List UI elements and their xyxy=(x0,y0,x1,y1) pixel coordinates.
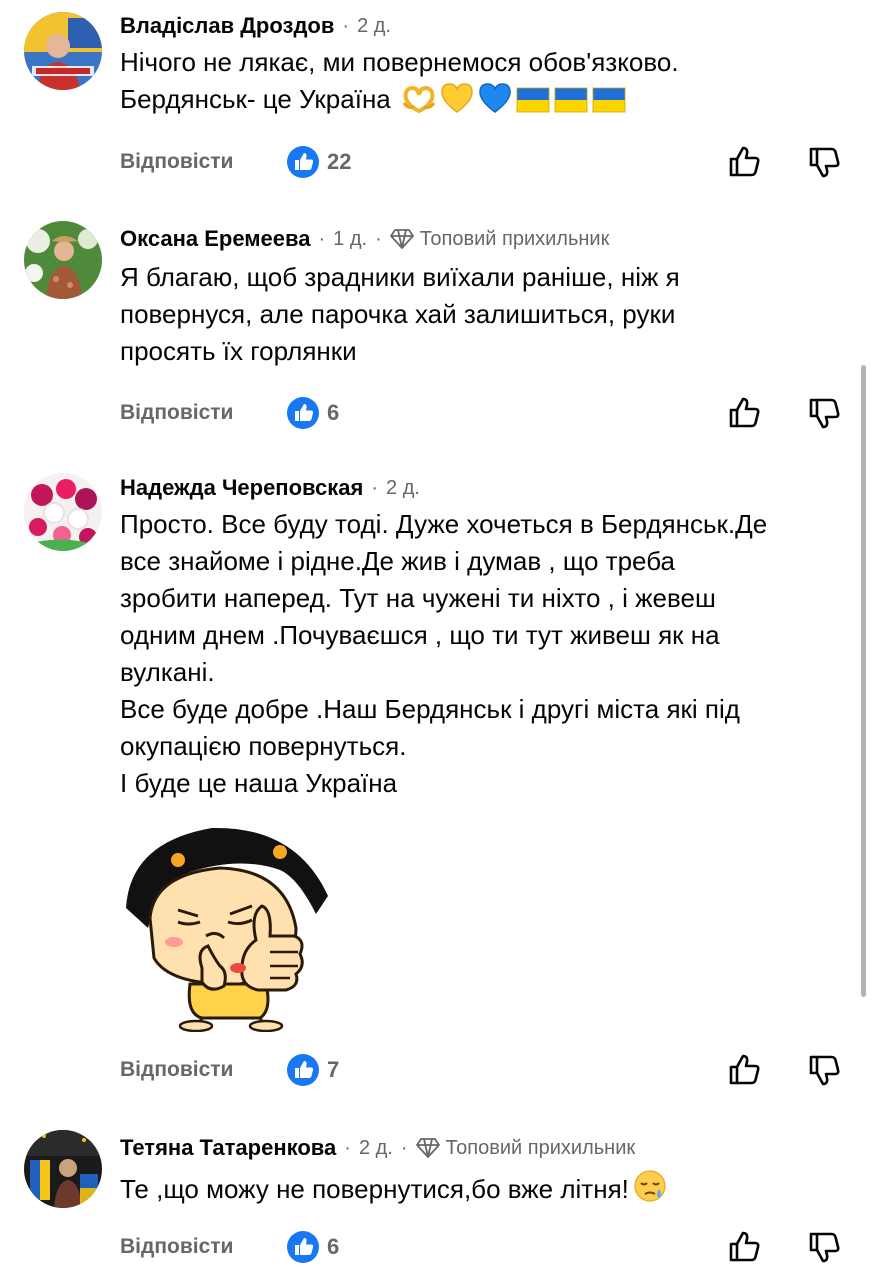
comment-line-with-emoji: Бердянськ- це Україна xyxy=(120,81,855,118)
heart-hands-emoji-icon xyxy=(402,83,436,113)
reply-button[interactable]: Відповісти xyxy=(120,150,233,174)
comment-text: Я благаю, щоб зрадники виїхали раніше, н… xyxy=(120,259,855,370)
comment-line: одним днем .Почуваєшся , що ти тут живеш… xyxy=(120,620,720,650)
like-count[interactable]: 7 xyxy=(287,1050,339,1090)
comment-header: Оксана Еремеева · 1 д. · Топовий прихиль… xyxy=(120,224,609,254)
like-badge-icon xyxy=(287,146,319,178)
thumbs-down-icon[interactable] xyxy=(808,1231,842,1265)
comment-text: Нічого не лякає, ми повернемося обов'язк… xyxy=(120,44,855,118)
comment-header: Владіслав Дроздов · 2 д. xyxy=(120,11,391,41)
comment-line: зробити наперед. Тут на чужені ти ніхто … xyxy=(120,583,716,613)
thumbs-up-icon[interactable] xyxy=(728,144,762,178)
comment-header: Надежда Череповская · 2 д. xyxy=(120,473,420,503)
comment-line: окупацією повернуться. xyxy=(120,731,407,761)
timestamp[interactable]: 2 д. xyxy=(359,1137,393,1160)
like-count[interactable]: 22 xyxy=(287,142,351,182)
comment-line: повернуся, але парочка хай залишиться, р… xyxy=(120,299,676,329)
author-name[interactable]: Надежда Череповская xyxy=(120,475,363,501)
thumbs-up-icon[interactable] xyxy=(728,1229,762,1263)
comment-line: просять їх горлянки xyxy=(120,336,357,366)
author-name[interactable]: Тетяна Татаренкова xyxy=(120,1135,336,1161)
avatar[interactable] xyxy=(24,12,102,90)
comment-line: Просто. Все буду тоді. Дуже хочеться в Б… xyxy=(120,509,768,539)
author-name[interactable]: Оксана Еремеева xyxy=(120,226,310,252)
comments-thread: Владіслав Дроздов · 2 д. Нічого не лякає… xyxy=(0,0,873,1280)
diamond-icon xyxy=(389,228,414,250)
comment-line-with-emoji: Те ,що можу не повернутися,бо вже літня! xyxy=(120,1169,855,1208)
separator-dot: · xyxy=(375,227,382,250)
comment-actions: Відповісти 6 xyxy=(120,1227,850,1267)
comment-line: Бердянськ- це Україна xyxy=(120,84,391,114)
comment-line: Нічого не лякає, ми повернемося обов'язк… xyxy=(120,47,679,77)
blue-heart-icon xyxy=(478,83,512,113)
avatar-photo xyxy=(24,473,102,551)
sleepy-face-emoji-icon xyxy=(633,1169,667,1203)
avatar[interactable] xyxy=(24,221,102,299)
comment-header: Тетяна Татаренкова · 2 д. · Топовий прих… xyxy=(120,1133,635,1163)
like-badge-icon xyxy=(287,1054,319,1086)
avatar-photo xyxy=(24,12,102,90)
thumbs-up-icon[interactable] xyxy=(728,395,762,429)
reply-button[interactable]: Відповісти xyxy=(120,401,233,425)
comment-line: вулкані. xyxy=(120,657,215,687)
thumbs-up-girl-sticker[interactable] xyxy=(120,818,332,1032)
comment-line: все знайоме і рідне.Де жив і думав , що … xyxy=(120,546,675,576)
reply-button[interactable]: Відповісти xyxy=(120,1058,233,1082)
reply-button[interactable]: Відповісти xyxy=(120,1235,233,1259)
thumbs-down-icon[interactable] xyxy=(808,397,842,431)
comment-text: Те ,що можу не повернутися,бо вже літня! xyxy=(120,1169,855,1208)
separator-dot: · xyxy=(400,1136,408,1159)
comment-actions: Відповісти 22 xyxy=(120,142,850,182)
author-name[interactable]: Владіслав Дроздов xyxy=(120,13,334,39)
comment-line: І буде це наша Україна xyxy=(120,768,398,798)
comment-line: Все буде добре .Наш Бердянськ і другі мі… xyxy=(120,694,740,724)
separator-dot: · xyxy=(318,227,326,250)
comment-line: Те ,що можу не повернутися,бо вже літня! xyxy=(120,1174,629,1204)
ukraine-flag-icon xyxy=(516,87,550,113)
separator-dot: · xyxy=(344,1136,351,1159)
ukraine-flag-icon xyxy=(592,87,626,113)
timestamp[interactable]: 1 д. xyxy=(333,228,367,251)
avatar-photo xyxy=(24,221,102,299)
separator-dot: · xyxy=(342,14,350,37)
top-fan-badge: Топовий прихильник xyxy=(419,227,610,250)
avatar[interactable] xyxy=(24,473,102,551)
like-count-value: 22 xyxy=(327,149,352,174)
avatar-photo xyxy=(24,1130,102,1208)
thumbs-up-icon[interactable] xyxy=(728,1052,762,1086)
like-badge-icon xyxy=(287,397,319,429)
thumbs-down-icon[interactable] xyxy=(808,146,842,180)
like-count[interactable]: 6 xyxy=(287,393,339,433)
separator-dot: · xyxy=(371,476,379,499)
like-count-value: 6 xyxy=(327,1234,340,1259)
ukraine-flag-icon xyxy=(554,87,588,113)
comment-actions: Відповісти 7 xyxy=(120,1050,850,1090)
like-count-value: 6 xyxy=(327,400,340,425)
comment-actions: Відповісти 6 xyxy=(120,393,850,433)
timestamp[interactable]: 2 д. xyxy=(386,477,420,500)
like-count-value: 7 xyxy=(327,1057,340,1082)
diamond-icon xyxy=(415,1137,440,1159)
avatar[interactable] xyxy=(24,1130,102,1208)
timestamp[interactable]: 2 д. xyxy=(357,15,391,38)
thumbs-down-icon[interactable] xyxy=(808,1054,842,1088)
comment-line: Я благаю, щоб зрадники виїхали раніше, н… xyxy=(120,262,680,292)
comment-text: Просто. Все буду тоді. Дуже хочеться в Б… xyxy=(120,506,855,802)
scrollbar[interactable] xyxy=(861,365,866,997)
like-badge-icon xyxy=(287,1231,319,1263)
top-fan-badge: Топовий прихильник xyxy=(445,1136,636,1159)
like-count[interactable]: 6 xyxy=(287,1227,339,1267)
yellow-heart-icon xyxy=(440,83,474,113)
